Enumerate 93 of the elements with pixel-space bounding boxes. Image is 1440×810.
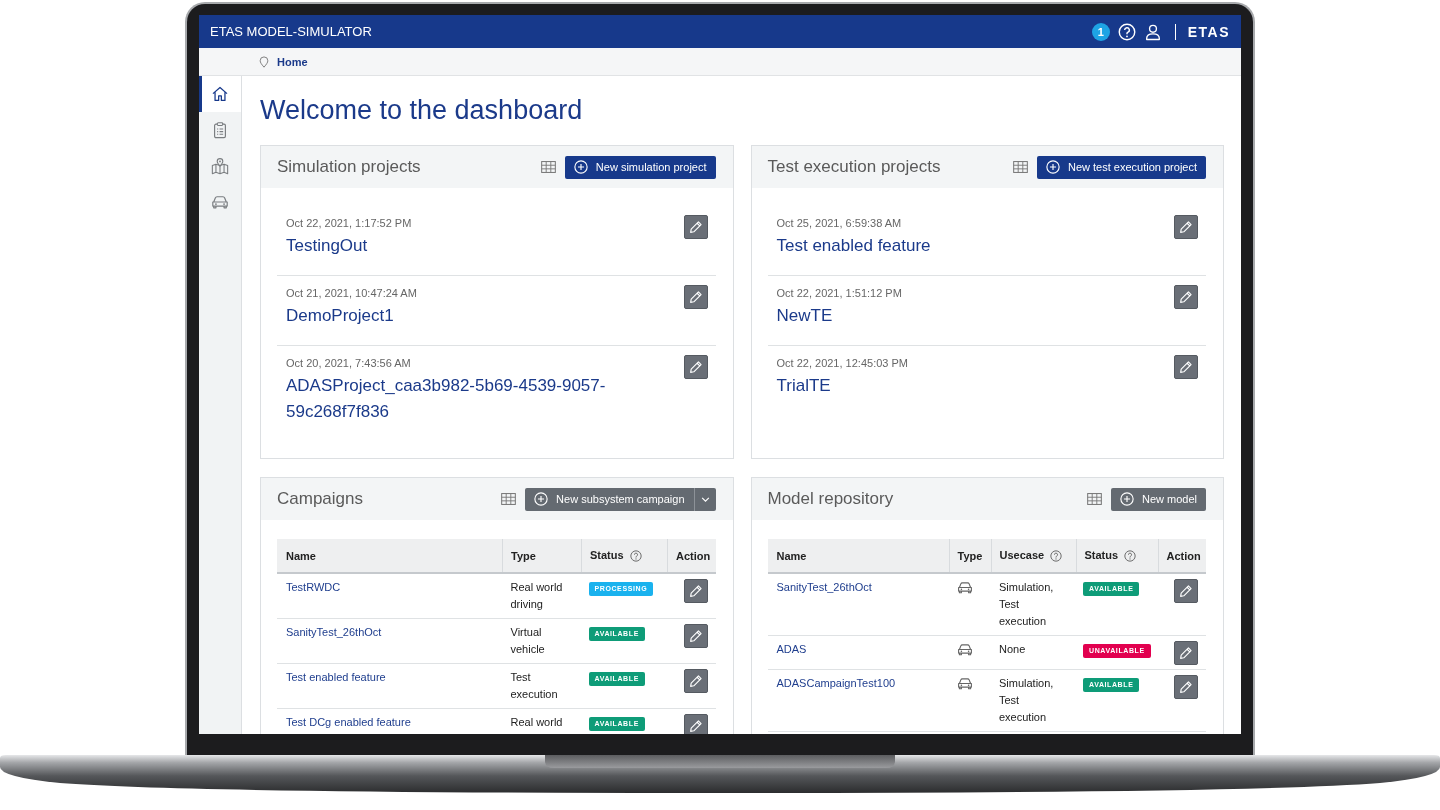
column-header: Action [1166, 549, 1201, 562]
edit-button[interactable] [1174, 285, 1198, 309]
project-link[interactable]: TrialTE [776, 373, 831, 399]
project-date: Oct 22, 2021, 12:45:03 PM [776, 356, 909, 370]
plus-circle-icon [1119, 492, 1134, 506]
project-link[interactable]: Test enabled feature [776, 233, 931, 259]
plus-circle-icon [1046, 160, 1060, 174]
project-date: Oct 25, 2021, 6:59:38 AM [776, 216, 903, 230]
edit-button[interactable] [1174, 641, 1198, 665]
nav-item[interactable] [199, 76, 241, 112]
edit-button[interactable] [683, 714, 708, 734]
grid-icon[interactable] [540, 161, 556, 173]
table-cell: Simulation, Test execution [999, 581, 1054, 627]
edit-button[interactable] [1174, 355, 1198, 379]
card-title: Test execution projects [767, 157, 941, 177]
name-link[interactable]: SanityTest_26thOct [776, 581, 872, 593]
edit-button[interactable] [683, 355, 708, 379]
pencil-icon [1179, 360, 1193, 374]
user-icon[interactable] [1143, 22, 1162, 41]
pencil-icon [688, 290, 703, 304]
car-icon [957, 643, 973, 656]
name-link[interactable]: Test DCg enabled feature [286, 716, 411, 728]
location-pin-icon [259, 55, 269, 68]
add-button[interactable]: New simulation project [564, 155, 716, 179]
project-date: Oct 20, 2021, 7:43:56 AM [286, 356, 412, 370]
name-link[interactable]: SanityTest_26thOct [286, 626, 382, 638]
add-button[interactable]: New model [1110, 487, 1206, 511]
grid-icon[interactable] [501, 493, 517, 505]
pencil-icon [688, 629, 703, 643]
edit-button[interactable] [683, 669, 708, 693]
plus-circle-icon [573, 160, 588, 174]
pencil-icon [688, 360, 703, 374]
card-title: Model repository [767, 489, 894, 509]
edit-button[interactable] [1174, 675, 1198, 699]
pencil-icon [688, 220, 703, 234]
brand-logo: ETAS [1187, 23, 1230, 40]
edit-button[interactable] [683, 579, 708, 603]
page-heading: Welcome to the dashboard [260, 94, 583, 127]
table-cell: Simulation, Test execution [999, 677, 1054, 723]
dropdown-button[interactable] [693, 487, 716, 511]
project-date: Oct 22, 2021, 1:17:52 PM [286, 216, 413, 230]
pencil-icon [688, 584, 703, 598]
column-header: Status [1084, 549, 1119, 562]
pencil-icon [1179, 646, 1193, 660]
project-link[interactable]: NewTE [776, 303, 833, 329]
name-link[interactable]: ADASCampaignTest100 [776, 677, 896, 689]
name-link[interactable]: Test enabled feature [286, 671, 386, 683]
card-title: Simulation projects [277, 157, 421, 177]
grid-icon[interactable] [1013, 161, 1028, 173]
pencil-icon [1179, 220, 1193, 234]
name-link[interactable]: TestRWDC [286, 581, 341, 593]
column-header: Type [957, 549, 983, 562]
project-date: Oct 22, 2021, 1:51:12 PM [776, 286, 903, 300]
edit-button[interactable] [683, 285, 708, 309]
clipboard-icon [211, 121, 229, 139]
car-icon [957, 581, 973, 594]
car-icon [957, 677, 973, 690]
pencil-icon [1179, 290, 1193, 304]
table-cell: Test execution [510, 671, 558, 700]
column-header: Type [511, 549, 536, 562]
table-cell: Real world driving [510, 581, 563, 610]
home-icon [211, 85, 229, 103]
table-cell: Real world [510, 716, 563, 728]
add-button[interactable]: New subsystem campaign [525, 487, 694, 511]
name-link[interactable]: ADAS [776, 643, 807, 655]
column-header: Name [776, 549, 807, 562]
column-header: Action [676, 549, 711, 562]
edit-button[interactable] [683, 215, 708, 239]
project-date: Oct 21, 2021, 10:47:24 AM [286, 286, 418, 300]
car-icon [211, 193, 229, 211]
column-header: Usecase [999, 549, 1045, 562]
pencil-icon [688, 719, 703, 733]
table-cell: None [999, 643, 1026, 655]
table-cell: Virtual vehicle [510, 626, 545, 655]
app-title: ETAS MODEL-SIMULATOR [210, 24, 372, 39]
edit-button[interactable] [1174, 215, 1198, 239]
edit-button[interactable] [1174, 579, 1198, 603]
column-header: Name [286, 549, 316, 562]
card-title: Campaigns [277, 489, 363, 509]
pencil-icon [1179, 680, 1193, 694]
plus-circle-icon [534, 492, 549, 506]
breadcrumb-link[interactable]: Home [277, 55, 308, 68]
pencil-icon [688, 674, 703, 688]
project-link[interactable]: TestingOut [286, 233, 368, 259]
column-header: Status [590, 549, 624, 562]
pencil-icon [1179, 584, 1193, 598]
add-button[interactable]: New test execution project [1037, 155, 1206, 179]
edit-button[interactable] [683, 624, 708, 648]
grid-icon[interactable] [1086, 493, 1102, 505]
map-icon [211, 157, 229, 175]
project-link[interactable]: ADASProject_caa3b982-5b69-4539-9057-59c268f7f836 [286, 373, 672, 425]
project-link[interactable]: DemoProject1 [286, 303, 394, 329]
chevron-down-icon [700, 496, 710, 502]
